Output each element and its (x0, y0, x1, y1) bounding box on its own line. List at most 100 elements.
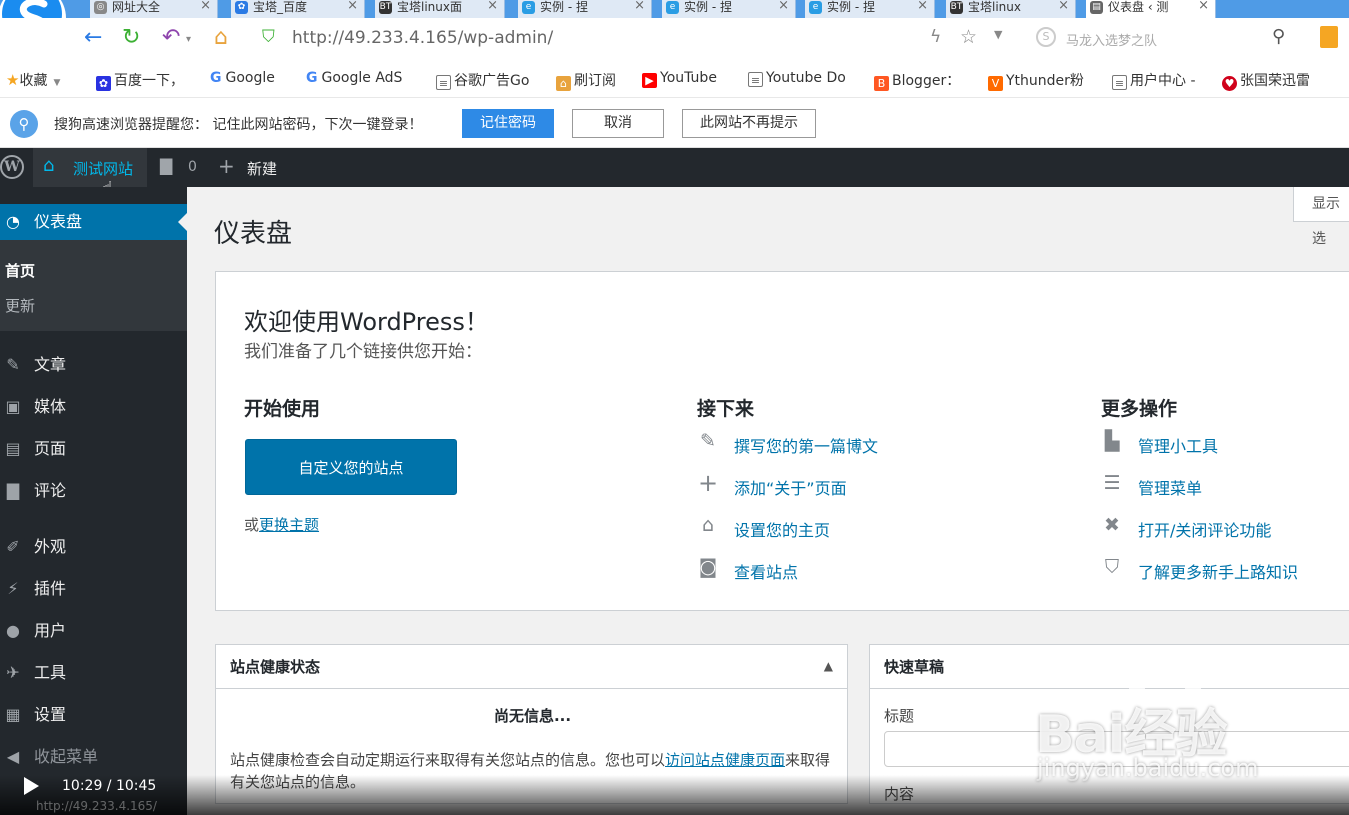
browser-tab[interactable]: BT 宝塔linux × (946, 0, 1076, 18)
browser-tab[interactable]: ◎ 网址大全 × (90, 0, 218, 18)
sidebar-item-pages[interactable]: ▤ 页面 (0, 433, 187, 465)
bookmark-item[interactable]: ✿ 百度一下， (96, 70, 184, 91)
customize-site-button[interactable]: 自定义您的站点 (245, 439, 457, 495)
back-icon[interactable]: ← (84, 24, 102, 52)
search-input[interactable]: 马龙入选梦之队 (1066, 30, 1157, 49)
browser-tab-active[interactable]: ▤ 仪表盘 ‹ 测 × (1086, 0, 1216, 18)
star-icon: ★ (6, 71, 20, 89)
bookmark-label: Google (225, 70, 275, 86)
site-health-page-link[interactable]: 访问站点健康页面 (665, 751, 785, 769)
comment-icon[interactable]: ▇ (160, 156, 172, 175)
close-icon[interactable]: × (778, 0, 789, 13)
bookmark-label: 百度一下， (114, 73, 184, 89)
sidebar-item-appearance[interactable]: ✐ 外观 (0, 531, 187, 563)
set-homepage-link[interactable]: 设置您的主页 (734, 517, 830, 541)
close-icon[interactable]: × (347, 0, 358, 13)
sidebar-item-dashboard[interactable]: ◔ 仪表盘 (0, 204, 188, 240)
star-icon[interactable]: ☆ (960, 26, 977, 48)
bt-icon: BT (379, 1, 392, 14)
cancel-button[interactable]: 取消 (572, 109, 664, 138)
home-icon[interactable]: ⌂ (214, 24, 228, 52)
browser-tab[interactable]: e 实例 - 捏 × (662, 0, 796, 18)
bookmark-item[interactable]: ♥ 张国荣迅雷 (1222, 70, 1310, 91)
sidebar-item-label: 媒体 (34, 397, 67, 416)
bookmark-item[interactable]: G Google (210, 70, 275, 86)
sidebar-item-plugins[interactable]: ⚡ 插件 (0, 573, 187, 605)
admin-bar-site-name[interactable]: ⌂ 测试网站 (33, 148, 147, 187)
manage-menus-link[interactable]: 管理菜单 (1138, 475, 1202, 499)
manage-widgets-link[interactable]: 管理小工具 (1138, 433, 1218, 457)
refresh-icon[interactable]: ↻ (122, 24, 140, 52)
add-about-page-link[interactable]: 添加“关于”页面 (734, 475, 847, 499)
sidebar-item-comments[interactable]: ▇ 评论 (0, 475, 187, 507)
bookmark-item[interactable]: ≡ 谷歌广告Go (436, 70, 529, 90)
bookmark-item[interactable]: ★收藏 ▼ (6, 70, 60, 90)
browser-tab[interactable]: e 实例 - 捏 × (518, 0, 652, 18)
chevron-down-icon[interactable]: ▼ (994, 28, 1002, 41)
close-icon[interactable]: × (1198, 0, 1209, 13)
close-icon[interactable]: × (200, 0, 211, 13)
browser-tab[interactable]: BT 宝塔linux面 × (375, 0, 505, 18)
dashboard-submenu: 首页 更新 (0, 240, 187, 331)
v-icon: V (988, 76, 1003, 91)
bookmark-item[interactable]: ≡ Youtube Do (748, 70, 846, 87)
sidebar-item-tools[interactable]: ✈ 工具 (0, 657, 187, 689)
address-bar[interactable]: ⛉ http://49.233.4.165/wp-admin/ ϟ ☆ ▼ S … (262, 26, 1302, 52)
status-url: http://49.233.4.165/ (36, 799, 157, 813)
collapse-menu-button[interactable]: ◀ 收起菜单 (0, 741, 187, 773)
close-icon[interactable]: × (634, 0, 645, 13)
bookmark-item[interactable]: ▶ YouTube (642, 70, 717, 88)
bookmark-item[interactable]: ⌂ 刷订阅 (556, 70, 616, 91)
bookmark-item[interactable]: G Google AdS (306, 70, 402, 86)
home-icon: ⌂ (556, 76, 571, 91)
screen-options-button[interactable]: 显示选 (1293, 187, 1349, 247)
bookmark-item[interactable]: ≡ 用户中心 - (1112, 70, 1196, 90)
browser-tab[interactable]: ✿ 宝塔_百度 × (231, 0, 365, 18)
bookmark-label: 谷歌广告Go (454, 73, 530, 89)
change-theme-link[interactable]: 更换主题 (259, 516, 319, 534)
sidebar-item-settings[interactable]: ▦ 设置 (0, 699, 187, 731)
collapse-arrow-icon[interactable]: ▲ (824, 659, 833, 673)
undo-icon[interactable]: ↶ (162, 24, 180, 52)
close-icon[interactable]: × (1058, 0, 1069, 13)
sidebar-item-users[interactable]: ● 用户 (0, 615, 187, 647)
write-first-post-link[interactable]: 撰写您的第一篇博文 (734, 433, 878, 457)
url-text[interactable]: http://49.233.4.165/wp-admin/ (292, 28, 553, 48)
sidebar-item-media[interactable]: ▣ 媒体 (0, 391, 187, 423)
bookmarks-bar: ★收藏 ▼ ✿ 百度一下， G Google G Google AdS ≡ 谷歌广告Go … (0, 60, 1349, 98)
lightning-icon[interactable]: ϟ (930, 27, 941, 47)
wordpress-logo-icon[interactable]: W (0, 155, 24, 179)
password-prompt-message: 搜狗高速浏览器提醒您： 记住此网站密码，下次一键登录！ (54, 117, 423, 133)
sidebar-item-posts[interactable]: ✎ 文章 (0, 349, 187, 381)
blogger-icon: B (874, 76, 889, 91)
new-content-link[interactable]: 新建 (247, 158, 277, 179)
tab-label: 仪表盘 ‹ 测 (1108, 0, 1169, 14)
plus-icon[interactable]: + (218, 154, 235, 178)
remember-password-button[interactable]: 记住密码 (462, 109, 554, 138)
paw-icon: ✿ (96, 76, 111, 91)
bookmark-item[interactable]: B Blogger： (874, 70, 960, 91)
edge-icon: e (809, 1, 822, 14)
toggle-comments-link[interactable]: 打开/关闭评论功能 (1138, 517, 1271, 541)
close-icon[interactable]: × (917, 0, 928, 13)
comments-count[interactable]: 0 (188, 159, 197, 175)
close-icon[interactable]: × (487, 0, 498, 13)
search-icon[interactable]: ⚲ (1272, 26, 1285, 47)
login-icon[interactable] (1320, 26, 1338, 48)
learn-more-link[interactable]: 了解更多新手上路知识 (1138, 559, 1298, 583)
bookmark-item[interactable]: V Ythunder粉 (988, 70, 1084, 91)
menu-icon: ☰ (1103, 472, 1121, 494)
tab-label: 实例 - 捏 (540, 0, 588, 14)
youtube-icon: ▶ (642, 73, 657, 88)
view-site-link[interactable]: 查看站点 (734, 559, 798, 583)
chevron-down-icon[interactable]: ▾ (186, 26, 191, 54)
sidebar-item-label: 文章 (34, 355, 67, 374)
submenu-home[interactable]: 首页 (5, 260, 35, 281)
next-steps-heading: 接下来 (697, 398, 755, 420)
never-prompt-button[interactable]: 此网站不再提示 (682, 109, 816, 138)
admin-sidebar: ◔ 仪表盘 首页 更新 ✎ 文章 ▣ 媒体 ▤ 页面 ▇ 评论 ✐ 外观 ⚡ 插件 ● 用户 … (0, 187, 188, 815)
bookmark-label: 用户中心 - (1130, 73, 1196, 89)
browser-tab[interactable]: e 实例 - 捏 × (805, 0, 935, 18)
play-icon[interactable] (24, 777, 39, 795)
submenu-updates[interactable]: 更新 (5, 295, 35, 316)
